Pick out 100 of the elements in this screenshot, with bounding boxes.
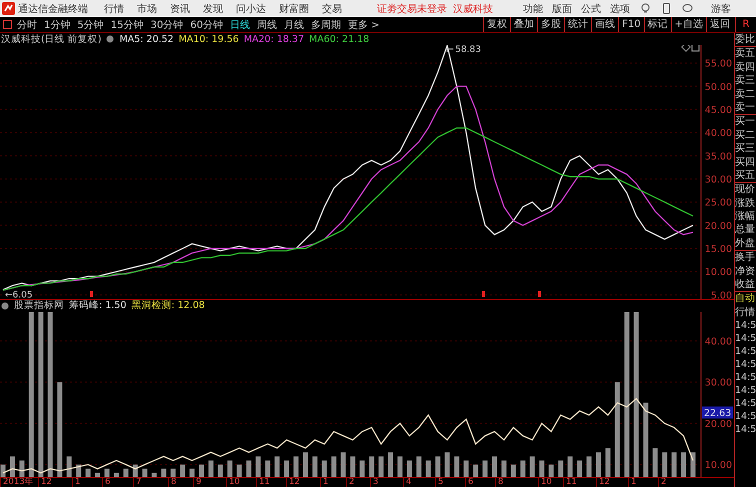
leader-line	[446, 48, 454, 52]
menu-item[interactable]: 交易	[322, 2, 342, 16]
period-tab[interactable]: 30分钟	[150, 18, 184, 32]
quote-label: 换手	[735, 250, 756, 265]
menu-item[interactable]: 财富圈	[279, 2, 309, 16]
date-label: 2013年	[0, 478, 34, 487]
date-label: 7	[133, 478, 142, 487]
axis-label: 45.00	[704, 104, 732, 116]
volume-bar	[190, 468, 195, 477]
menu-item[interactable]: 问小达	[236, 2, 266, 16]
date-label: 3	[370, 478, 378, 487]
menu-item[interactable]: 行情	[104, 2, 124, 16]
quote-label: 现价	[735, 182, 756, 197]
diamond-icon[interactable]	[681, 45, 691, 52]
chat-icon[interactable]	[682, 3, 693, 14]
menu-item[interactable]: 选项	[610, 2, 630, 16]
volume-bar	[426, 460, 431, 477]
menu-item[interactable]: 市场	[137, 2, 157, 16]
toolbar-button[interactable]: 画线	[591, 17, 618, 32]
chart-title: 汉威科技(日线 前复权)	[1, 32, 102, 46]
toolbar-button[interactable]: 标记	[644, 17, 671, 32]
app-name: 通达信金融终端	[18, 2, 88, 16]
volume-bar	[662, 452, 668, 477]
phone-icon[interactable]	[661, 3, 672, 14]
axis-label: 20.00	[704, 220, 732, 232]
period-tab[interactable]: 月线	[284, 18, 304, 32]
quote-label: 收益	[735, 278, 756, 292]
volume-bar	[340, 452, 346, 477]
trade-label: 自动	[735, 292, 756, 306]
period-tab[interactable]: 5分钟	[77, 18, 104, 32]
volume-bar	[312, 456, 318, 477]
period-tab[interactable]: 日线	[230, 18, 250, 32]
volume-bar	[520, 460, 526, 477]
toolbar-button[interactable]: F10	[618, 17, 644, 32]
quote-label: 买二	[735, 128, 756, 142]
volume-bar	[530, 456, 535, 477]
volume-bar	[464, 460, 469, 477]
date-label: 1	[320, 478, 328, 487]
volume-bar	[256, 456, 261, 477]
volume-bar	[114, 472, 119, 477]
volume-bar	[66, 456, 72, 477]
side-button[interactable]: R	[735, 17, 756, 32]
axis-label: 10.00	[704, 460, 732, 472]
date-label: 11	[563, 478, 577, 487]
volume-bar	[0, 464, 6, 477]
volume-bar	[510, 464, 516, 477]
toolbar-button[interactable]: 复权	[483, 17, 510, 32]
app-logo-icon	[2, 2, 15, 15]
period-tab[interactable]: 60分钟	[190, 18, 223, 32]
date-label: 2	[346, 478, 354, 487]
toolbar-button[interactable]: 叠加	[510, 17, 538, 32]
settings-icon[interactable]	[106, 35, 114, 43]
date-label: 11	[256, 478, 270, 487]
period-tab[interactable]: 分时	[17, 18, 37, 32]
axis-label: 30.00	[704, 378, 732, 389]
volume-bar	[170, 468, 176, 477]
menu-item[interactable]: 资讯	[170, 2, 190, 16]
date-label: 12	[596, 478, 610, 487]
toolbar-button[interactable]: 返回	[706, 17, 733, 32]
period-tab[interactable]: 更多 >	[348, 18, 380, 32]
panel-toggle-icon[interactable]	[3, 20, 12, 29]
volume-bar	[397, 456, 402, 477]
volume-bar	[95, 472, 100, 477]
trade-time: 14:5	[735, 423, 756, 436]
volume-bar	[76, 464, 82, 477]
period-tab[interactable]: 1分钟	[44, 18, 70, 32]
stock-link[interactable]: 汉威科技	[453, 2, 493, 16]
volume-bar	[482, 460, 488, 477]
date-label: 10	[538, 478, 552, 487]
volume-bar	[322, 460, 327, 477]
period-tab[interactable]: 周线	[256, 18, 277, 32]
settings-icon[interactable]	[1, 302, 9, 310]
current-value-badge: 22.63	[702, 406, 733, 419]
volume-bar	[10, 456, 15, 477]
menu-item[interactable]: 公式	[581, 2, 601, 16]
trade-time: 14:5	[735, 345, 756, 358]
menu-item[interactable]: 版面	[552, 2, 572, 16]
volume-bar	[388, 452, 394, 477]
volume-bar	[652, 448, 658, 477]
menu-item[interactable]: 功能	[523, 2, 543, 16]
toolbar-button[interactable]: 多股	[537, 17, 564, 32]
date-label: 10	[226, 478, 240, 487]
trade-time: 14:5	[735, 332, 756, 346]
axis-label: 10.00	[704, 267, 732, 278]
date-label: 12	[38, 478, 52, 487]
user-label[interactable]: 游客	[711, 2, 731, 16]
panel-icon[interactable]	[692, 45, 700, 52]
indicator-value: MA5: 20.52	[119, 34, 174, 44]
quote-label: 买一	[735, 114, 756, 129]
period-tab[interactable]: 多周期	[310, 18, 341, 32]
toolbar-button[interactable]: 统计	[564, 17, 592, 32]
indicator-value: 筹码峰: 1.50	[69, 299, 126, 312]
quote-label: 买五	[735, 168, 756, 182]
period-tab[interactable]: 15分钟	[110, 18, 144, 32]
quote-label: 卖二	[735, 88, 756, 101]
menu-item[interactable]: 发现	[203, 2, 223, 16]
lightbulb-icon[interactable]	[640, 3, 651, 14]
toolbar-button[interactable]: +自选	[670, 17, 706, 32]
axis-label: 15.00	[704, 244, 732, 255]
volume-bar	[360, 460, 365, 477]
